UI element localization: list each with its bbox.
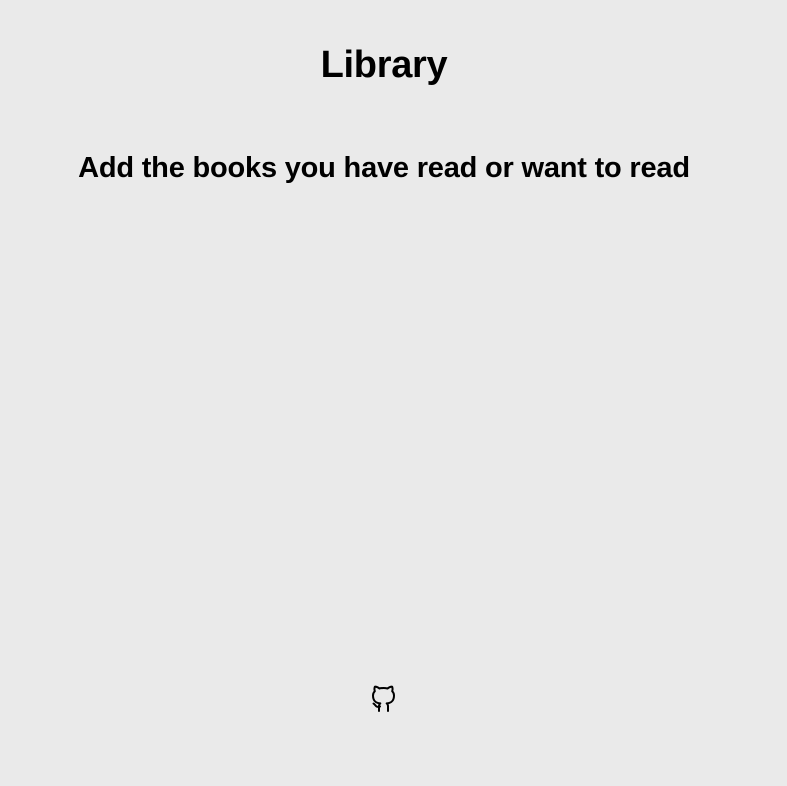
page-title: Library bbox=[320, 44, 448, 86]
github-icon bbox=[372, 685, 395, 712]
book-library-area bbox=[0, 200, 787, 660]
page-subtitle: Add the books you have read or want to r… bbox=[78, 152, 690, 184]
page-header: Library bbox=[0, 42, 768, 88]
footer bbox=[0, 682, 768, 714]
github-link[interactable] bbox=[369, 682, 399, 714]
